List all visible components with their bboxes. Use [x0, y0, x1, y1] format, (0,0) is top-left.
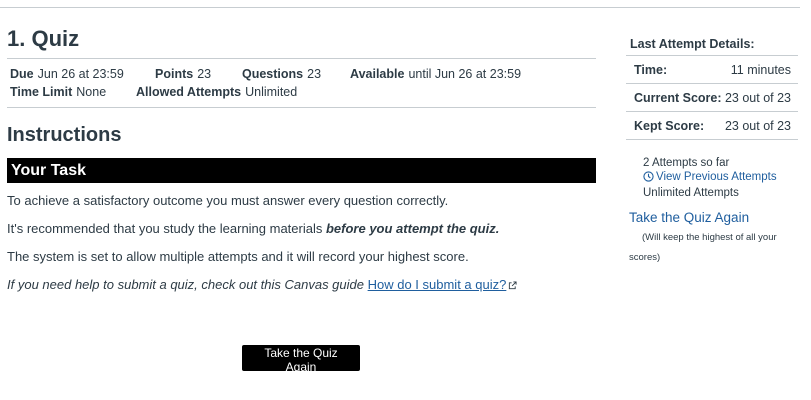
instruction-paragraph-1: To achieve a satisfactory outcome you mu… — [7, 193, 449, 208]
allowed-attempts-value: Unlimited — [245, 85, 298, 99]
kept-score-row: Kept Score: 23 out of 23 — [626, 112, 798, 140]
due-detail: Due Jun 26 at 23:59 — [10, 65, 155, 83]
your-task-heading: Your Task — [7, 158, 596, 183]
time-label: Time: — [634, 62, 668, 77]
paragraph-2-emphasis: before you attempt the quiz. — [325, 221, 500, 236]
attempts-count: 2 Attempts so far — [643, 157, 730, 169]
allowed-attempts-detail: Allowed Attempts Unlimited — [136, 83, 297, 101]
kept-score-label: Kept Score: — [634, 118, 705, 133]
clock-icon — [643, 171, 654, 186]
take-quiz-again-button[interactable]: Take the Quiz Again — [242, 345, 360, 374]
available-value: until Jun 26 at 23:59 — [408, 67, 522, 81]
time-limit-value: None — [76, 85, 107, 99]
current-score-value: 23 out of 23 — [724, 90, 791, 105]
available-label: Available — [350, 67, 405, 81]
current-score-label: Current Score: — [634, 90, 722, 105]
instruction-paragraph-3: The system is set to allow multiple atte… — [7, 249, 469, 264]
points-value: 23 — [197, 67, 212, 81]
paragraph-2-text: It's recommended that you study the lear… — [7, 221, 326, 236]
keep-highest-note: (Will keep the highest of all your score… — [629, 228, 798, 268]
questions-label: Questions — [242, 67, 304, 81]
attempt-time-row: Time: 11 minutes — [626, 56, 798, 84]
questions-detail: Questions 23 — [242, 65, 350, 83]
time-value: 11 minutes — [730, 62, 791, 77]
quiz-main: 1. Quiz Due Jun 26 at 23:59 Points 23 Ques… — [7, 24, 596, 299]
top-divider — [0, 7, 800, 8]
kept-score-value: 23 out of 23 — [724, 118, 791, 133]
instruction-paragraph-4: If you need help to submit a quiz, check… — [7, 271, 596, 299]
last-attempt-title: Last Attempt Details: — [630, 37, 755, 51]
last-attempt-sidebar: Last Attempt Details: Time: 11 minutes C… — [626, 35, 798, 268]
canvas-guide-link[interactable]: How do I submit a quiz? — [368, 277, 507, 292]
instruction-paragraph-2: It's recommended that you study the lear… — [7, 215, 596, 243]
time-limit-detail: Time Limit None — [10, 83, 136, 101]
questions-value: 23 — [307, 67, 322, 81]
current-score-row: Current Score: 23 out of 23 — [626, 84, 798, 112]
points-detail: Points 23 — [155, 65, 242, 83]
points-label: Points — [155, 67, 194, 81]
available-detail: Available until Jun 26 at 23:59 — [350, 65, 521, 83]
paragraph-4-text: If you need help to submit a quiz, check… — [7, 277, 368, 292]
due-value: Jun 26 at 23:59 — [37, 67, 124, 81]
take-quiz-again-link[interactable]: Take the Quiz Again — [629, 210, 798, 225]
view-previous-attempts-label: View Previous Attempts — [656, 171, 777, 183]
due-label: Due — [10, 67, 34, 81]
unlimited-attempts: Unlimited Attempts — [643, 187, 739, 199]
keep-highest-note-text: (Will keep the highest of all your score… — [629, 232, 777, 263]
allowed-attempts-label: Allowed Attempts — [136, 85, 242, 99]
quiz-details: Due Jun 26 at 23:59 Points 23 Questions 23 … — [7, 58, 596, 108]
time-limit-label: Time Limit — [10, 85, 73, 99]
view-previous-attempts-link[interactable]: View Previous Attempts — [643, 171, 777, 183]
instructions-heading: Instructions — [7, 124, 122, 146]
attempts-info: 2 Attempts so far View Previous Attempts… — [643, 156, 798, 200]
external-link-icon — [508, 272, 517, 300]
page-title: 1. Quiz — [7, 26, 80, 51]
last-attempt-table: Time: 11 minutes Current Score: 23 out o… — [626, 55, 798, 140]
